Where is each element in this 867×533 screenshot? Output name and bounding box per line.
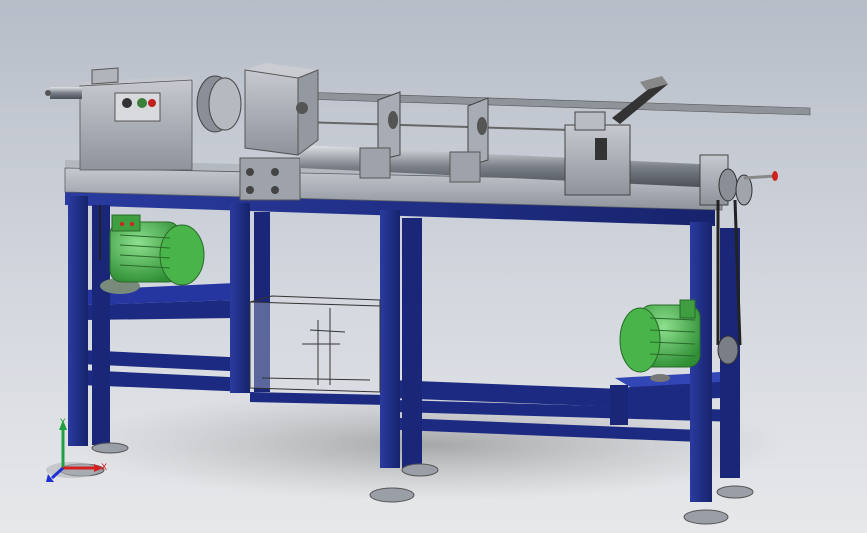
crank-handle[interactable] [772,171,778,181]
right-motor[interactable] [619,299,701,382]
headstock[interactable] [45,67,242,171]
cad-viewport[interactable]: Y X [0,0,867,533]
transparent-tank[interactable] [249,295,381,393]
y-axis-label: Y [59,418,66,428]
left-motor[interactable] [100,214,205,294]
x-axis-label: X [101,463,107,473]
tailstock[interactable] [699,154,778,206]
feed-hopper[interactable] [244,63,319,156]
machine-model-scene[interactable]: Y X [0,0,867,533]
